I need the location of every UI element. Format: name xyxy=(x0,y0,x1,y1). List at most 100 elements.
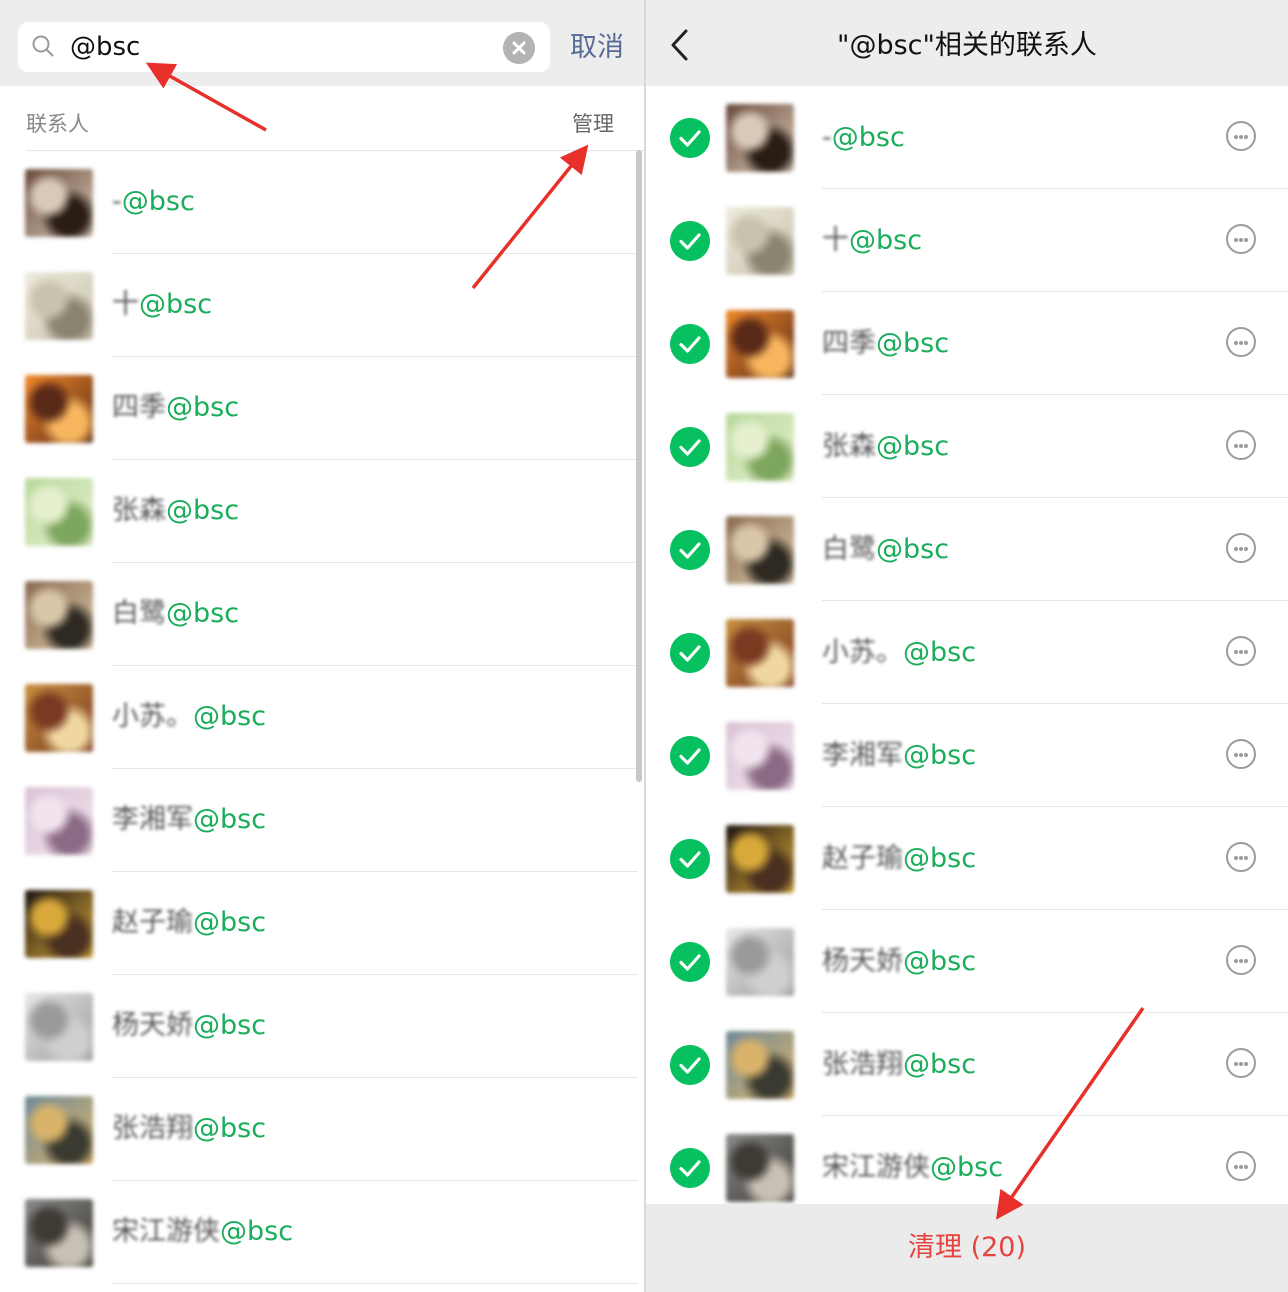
contact-name-prefix: 张浩翔 xyxy=(112,1113,193,1144)
contact-name: 小苏。@bsc xyxy=(822,636,976,670)
contact-name-match: @bsc xyxy=(831,122,905,153)
contact-result-item[interactable]: 四季@bsc xyxy=(0,357,638,460)
clear-icon[interactable] xyxy=(503,32,535,64)
clean-button[interactable]: 清理 (20) xyxy=(646,1228,1288,1268)
more-dots-icon[interactable] xyxy=(1226,327,1256,357)
check-circle-icon[interactable] xyxy=(670,942,710,982)
contact-name-match: @bsc xyxy=(166,495,240,526)
related-contact-item[interactable]: 李湘军@bsc xyxy=(646,704,1288,807)
contact-name: 十@bsc xyxy=(822,224,922,258)
contact-result-item[interactable]: 张浩翔@bsc xyxy=(0,1078,638,1181)
check-circle-icon[interactable] xyxy=(670,324,710,364)
related-contact-item[interactable]: 小苏。@bsc xyxy=(646,601,1288,704)
related-contacts-list: -@bsc 十@bsc 四季@bsc 张森@bsc 白鹭@bsc 小苏。@bsc 李湘军@b… xyxy=(646,86,1288,1204)
contact-name-prefix: 四季 xyxy=(822,328,876,359)
contact-result-item[interactable]: 张森@bsc xyxy=(0,460,638,563)
contact-result-item[interactable]: 宋江游侠@bsc xyxy=(0,1181,638,1284)
avatar xyxy=(726,207,794,275)
contact-name-match: @bsc xyxy=(849,225,923,256)
contact-name-match: @bsc xyxy=(903,843,977,874)
more-dots-icon[interactable] xyxy=(1226,430,1256,460)
more-dots-icon[interactable] xyxy=(1226,842,1256,872)
check-circle-icon[interactable] xyxy=(670,118,710,158)
check-circle-icon[interactable] xyxy=(670,530,710,570)
contact-name-prefix: 赵子瑜 xyxy=(112,907,193,938)
contact-name-prefix: 十 xyxy=(822,225,849,256)
check-circle-icon[interactable] xyxy=(670,427,710,467)
contact-name-match: @bsc xyxy=(139,289,213,320)
avatar xyxy=(25,272,93,340)
contact-name: 张森@bsc xyxy=(822,430,949,464)
check-circle-icon[interactable] xyxy=(670,1148,710,1188)
contact-name-match: @bsc xyxy=(193,701,267,732)
contact-result-item[interactable]: 杨天娇@bsc xyxy=(0,975,638,1078)
avatar xyxy=(726,928,794,996)
contact-name-prefix: 张森 xyxy=(112,495,166,526)
cancel-button[interactable]: 取消 xyxy=(570,30,624,66)
contact-name-match: @bsc xyxy=(876,328,950,359)
contact-name-prefix: 杨天娇 xyxy=(822,946,903,977)
contact-name: 宋江游侠@bsc xyxy=(112,1215,293,1249)
related-contact-item[interactable]: -@bsc xyxy=(646,86,1288,189)
check-circle-icon[interactable] xyxy=(670,1045,710,1085)
avatar xyxy=(726,825,794,893)
contact-name-prefix: 四季 xyxy=(112,392,166,423)
more-dots-icon[interactable] xyxy=(1226,1048,1256,1078)
related-contact-item[interactable]: 杨天娇@bsc xyxy=(646,910,1288,1013)
avatar xyxy=(25,1096,93,1164)
contact-name-match: @bsc xyxy=(220,1216,294,1247)
contact-result-item[interactable]: 李湘军@bsc xyxy=(0,769,638,872)
contact-result-item[interactable]: 小苏。@bsc xyxy=(0,666,638,769)
section-title-contacts: 联系人 xyxy=(26,112,89,136)
more-dots-icon[interactable] xyxy=(1226,1151,1256,1181)
more-dots-icon[interactable] xyxy=(1226,533,1256,563)
related-contact-item[interactable]: 赵子瑜@bsc xyxy=(646,807,1288,910)
search-input[interactable]: @bsc xyxy=(18,22,550,72)
check-circle-icon[interactable] xyxy=(670,221,710,261)
contact-name: 李湘军@bsc xyxy=(112,803,266,837)
avatar xyxy=(25,169,93,237)
contact-name-match: @bsc xyxy=(193,907,267,938)
related-contact-item[interactable]: 白鹭@bsc xyxy=(646,498,1288,601)
contact-name-prefix: 小苏。 xyxy=(112,701,193,732)
more-dots-icon[interactable] xyxy=(1226,121,1256,151)
contact-name-match: @bsc xyxy=(121,186,195,217)
avatar xyxy=(25,787,93,855)
check-circle-icon[interactable] xyxy=(670,633,710,673)
contact-name-match: @bsc xyxy=(876,534,950,565)
avatar xyxy=(726,310,794,378)
manage-button[interactable]: 管理 xyxy=(572,108,614,138)
contact-name: 白鹭@bsc xyxy=(822,533,949,567)
contact-name-prefix: 张浩翔 xyxy=(822,1049,903,1080)
more-dots-icon[interactable] xyxy=(1226,224,1256,254)
related-contact-item[interactable]: 张森@bsc xyxy=(646,395,1288,498)
check-circle-icon[interactable] xyxy=(670,736,710,776)
contact-name: -@bsc xyxy=(112,185,195,219)
related-contact-item[interactable]: 张浩翔@bsc xyxy=(646,1013,1288,1116)
contact-name-match: @bsc xyxy=(193,1113,267,1144)
related-contact-item[interactable]: 十@bsc xyxy=(646,189,1288,292)
contact-result-item[interactable]: 赵子瑜@bsc xyxy=(0,872,638,975)
more-dots-icon[interactable] xyxy=(1226,636,1256,666)
contact-name-prefix: 宋江游侠 xyxy=(112,1216,220,1247)
contact-name: 赵子瑜@bsc xyxy=(112,906,266,940)
avatar xyxy=(25,581,93,649)
contact-result-item[interactable]: -@bsc xyxy=(0,151,638,254)
check-circle-icon[interactable] xyxy=(670,839,710,879)
more-dots-icon[interactable] xyxy=(1226,945,1256,975)
contact-result-item[interactable]: 十@bsc xyxy=(0,254,638,357)
contact-name-match: @bsc xyxy=(903,1049,977,1080)
contact-name-match: @bsc xyxy=(876,431,950,462)
more-dots-icon[interactable] xyxy=(1226,739,1256,769)
contact-name-match: @bsc xyxy=(903,740,977,771)
related-contact-item[interactable]: 四季@bsc xyxy=(646,292,1288,395)
related-contacts-panel: "@bsc"相关的联系人 -@bsc 十@bsc 四季@bsc 张森@bsc 白鹭@bs… xyxy=(646,0,1288,1292)
related-contact-item[interactable]: 宋江游侠@bsc xyxy=(646,1116,1288,1204)
contact-result-item[interactable]: 白鹭@bsc xyxy=(0,563,638,666)
scrollbar[interactable] xyxy=(636,150,642,782)
avatar xyxy=(25,375,93,443)
contact-name: 李湘军@bsc xyxy=(822,739,976,773)
contact-name-match: @bsc xyxy=(193,804,267,835)
avatar xyxy=(25,993,93,1061)
contact-name: 白鹭@bsc xyxy=(112,597,239,631)
